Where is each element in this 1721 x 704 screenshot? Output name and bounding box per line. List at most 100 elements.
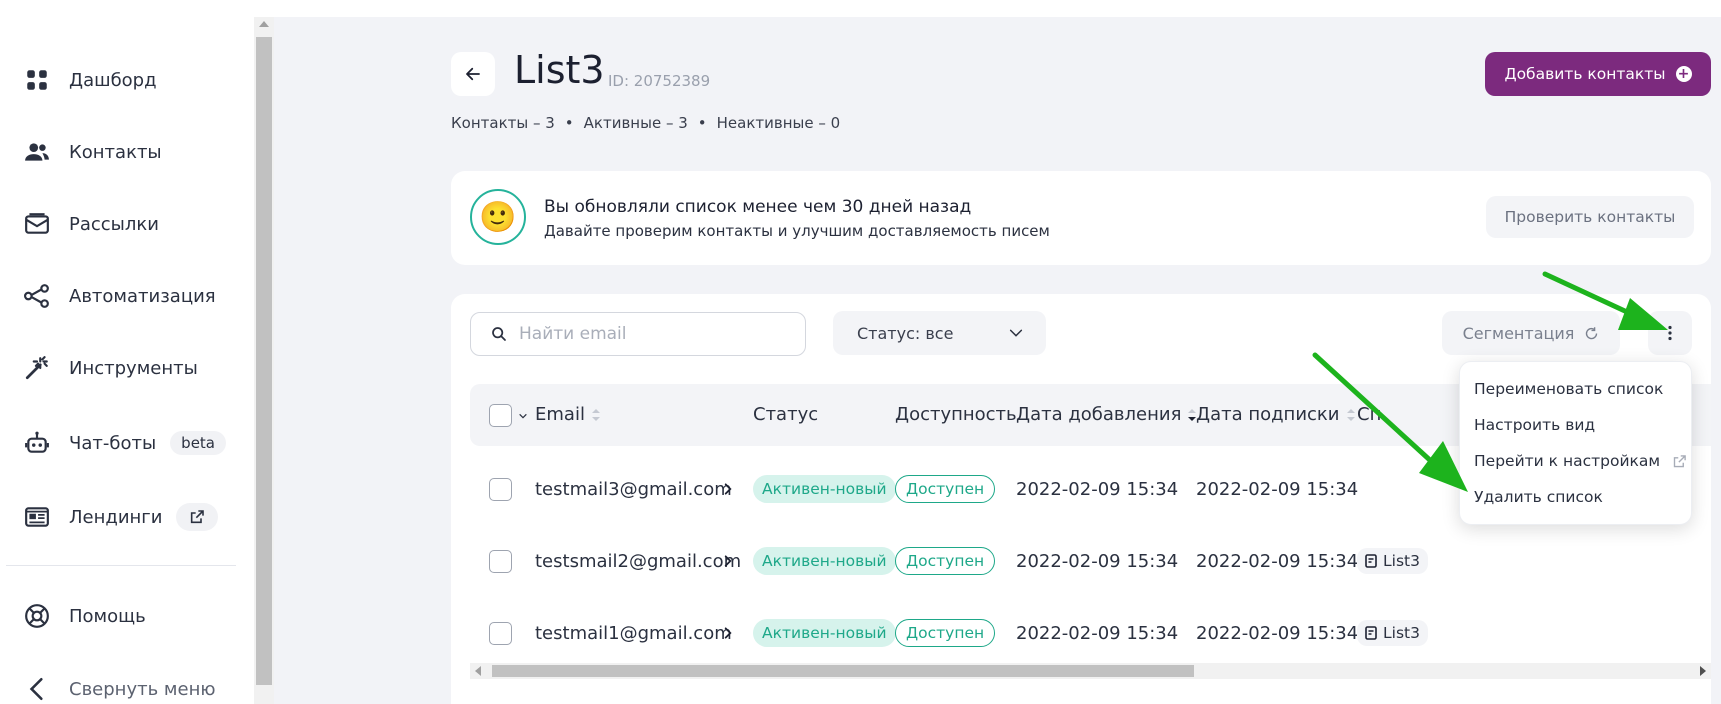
- chevron-right-icon[interactable]: [721, 525, 735, 597]
- menu-item-rename[interactable]: Переименовать список: [1474, 380, 1663, 398]
- landing-icon: [23, 503, 51, 531]
- select-all-control[interactable]: [489, 404, 528, 427]
- stat-contacts: Контакты – 3: [451, 114, 555, 132]
- row-checkbox[interactable]: [489, 621, 512, 645]
- table-row[interactable]: testmail1@gmail.com Активен-новый Доступ…: [470, 597, 1711, 669]
- add-contacts-button[interactable]: Добавить контакты +: [1485, 52, 1711, 96]
- segmentation-button[interactable]: Сегментация: [1442, 311, 1620, 355]
- collapse-menu-button[interactable]: Свернуть меню: [23, 669, 216, 704]
- sidebar-item-contacts[interactable]: Контакты: [23, 132, 162, 172]
- beta-badge: beta: [170, 431, 226, 455]
- check-contacts-button[interactable]: Проверить контакты: [1486, 196, 1694, 238]
- row-email[interactable]: testsmail2@gmail.com: [535, 525, 741, 597]
- sort-icon: [591, 408, 600, 421]
- document-icon: [1365, 626, 1377, 640]
- list-options-menu: Переименовать список Настроить вид Перей…: [1459, 361, 1692, 525]
- sidebar-item-tools[interactable]: Инструменты: [23, 348, 198, 388]
- row-date-subscribed: 2022-02-09 15:34: [1196, 622, 1359, 644]
- stat-active: Активные – 3: [583, 114, 688, 132]
- availability-badge: Доступен: [895, 475, 996, 503]
- stat-inactive: Неактивные – 0: [716, 114, 841, 132]
- sidebar-item-landings[interactable]: Лендинги: [23, 497, 219, 537]
- column-label: Статус: [753, 404, 819, 425]
- list-stats: Контакты – 3 • Активные – 3 • Неактивные…: [451, 114, 840, 132]
- back-button[interactable]: [451, 52, 495, 96]
- sidebar-item-label: Рассылки: [69, 213, 159, 235]
- column-date-added[interactable]: Дата добавления: [1016, 404, 1197, 425]
- update-notice: 🙂 Вы обновляли список менее чем 30 дней …: [451, 171, 1711, 265]
- sidebar-item-chatbots[interactable]: Чат-боты beta: [23, 423, 226, 463]
- sidebar-item-label: Контакты: [69, 141, 162, 163]
- sidebar-item-label: Помощь: [69, 605, 146, 627]
- horizontal-scroll-thumb[interactable]: [492, 665, 1194, 677]
- column-availability: Доступность: [895, 404, 1017, 425]
- menu-item-go-to-settings[interactable]: Перейти к настройкам: [1474, 452, 1687, 470]
- segmentation-label: Сегментация: [1462, 323, 1575, 343]
- search-input[interactable]: Найти email: [470, 312, 806, 356]
- sidebar-item-label: Свернуть меню: [69, 678, 216, 700]
- select-all-checkbox[interactable]: [489, 404, 512, 427]
- sort-icon: [1346, 408, 1355, 421]
- scroll-right-arrow[interactable]: [1699, 666, 1707, 676]
- column-email[interactable]: Email: [535, 404, 601, 425]
- list-tag[interactable]: List3: [1357, 620, 1428, 646]
- scroll-left-arrow[interactable]: [474, 666, 482, 676]
- menu-item-label: Перейти к настройкам: [1474, 452, 1661, 470]
- row-checkbox[interactable]: [489, 477, 512, 501]
- search-icon: [492, 327, 506, 341]
- status-badge: Активен-новый: [753, 475, 896, 503]
- column-date-subscribed[interactable]: Дата подписки: [1196, 404, 1356, 425]
- sidebar-item-automation[interactable]: Автоматизация: [23, 276, 216, 316]
- smiley-icon: 🙂: [470, 189, 526, 245]
- sidebar-item-mailings[interactable]: Рассылки: [23, 204, 159, 244]
- column-label: Сп: [1357, 404, 1382, 425]
- sidebar-item-label: Дашборд: [69, 69, 157, 91]
- notice-subtitle: Давайте проверим контакты и улучшим дост…: [544, 222, 1050, 240]
- column-label: Доступность: [895, 404, 1017, 425]
- separator-dot: •: [564, 114, 574, 132]
- chevron-right-icon[interactable]: [721, 453, 735, 525]
- separator-dot: •: [697, 114, 707, 132]
- sidebar-item-dashboard[interactable]: Дашборд: [23, 60, 157, 100]
- notice-title: Вы обновляли список менее чем 30 дней на…: [544, 197, 972, 217]
- external-link-icon: [1673, 454, 1686, 467]
- sidebar-scrollbar[interactable]: [254, 17, 274, 704]
- row-email[interactable]: testmail3@gmail.com: [535, 453, 732, 525]
- menu-item-delete-list[interactable]: Удалить список: [1474, 488, 1603, 506]
- status-badge: Активен-новый: [753, 619, 896, 647]
- sidebar-item-help[interactable]: Помощь: [23, 596, 146, 636]
- chevron-left-icon: [23, 675, 51, 703]
- scroll-up-arrow[interactable]: [259, 21, 269, 27]
- mail-icon: [23, 210, 51, 238]
- column-lists: Сп: [1357, 404, 1381, 425]
- column-label: Дата добавления: [1016, 404, 1182, 425]
- scroll-thumb[interactable]: [256, 37, 272, 685]
- chevron-right-icon[interactable]: [721, 597, 735, 669]
- list-tag[interactable]: List3: [1357, 548, 1428, 574]
- search-placeholder: Найти email: [519, 324, 627, 344]
- horizontal-scrollbar[interactable]: [470, 663, 1711, 679]
- sidebar-item-label: Чат-боты: [69, 432, 157, 454]
- status-filter-select[interactable]: Статус: все: [833, 311, 1046, 355]
- menu-item-label: Переименовать список: [1474, 380, 1664, 398]
- document-icon: [1365, 554, 1377, 568]
- menu-item-customize-view[interactable]: Настроить вид: [1474, 416, 1595, 434]
- refresh-icon: [1586, 326, 1598, 339]
- row-checkbox[interactable]: [489, 549, 512, 573]
- table-row[interactable]: testsmail2@gmail.com Активен-новый Досту…: [470, 525, 1711, 597]
- chevron-down-icon: [1009, 329, 1023, 337]
- add-contacts-label: Добавить контакты: [1504, 65, 1666, 83]
- sidebar: Дашборд Контакты Рассылки Автоматизация …: [0, 0, 254, 704]
- menu-item-label: Удалить список: [1474, 488, 1603, 506]
- chevron-down-icon[interactable]: [518, 411, 528, 421]
- arrow-left-icon: [466, 67, 480, 81]
- more-options-button[interactable]: [1648, 311, 1692, 355]
- row-email[interactable]: testmail1@gmail.com: [535, 597, 732, 669]
- row-date-added: 2022-02-09 15:34: [1016, 478, 1179, 500]
- row-date-added: 2022-02-09 15:34: [1016, 550, 1179, 572]
- status-filter-value: Статус: все: [857, 323, 954, 343]
- tools-icon: [23, 354, 51, 382]
- column-label: Дата подписки: [1196, 404, 1340, 425]
- sidebar-divider: [6, 565, 236, 566]
- external-link-icon: [176, 503, 219, 531]
